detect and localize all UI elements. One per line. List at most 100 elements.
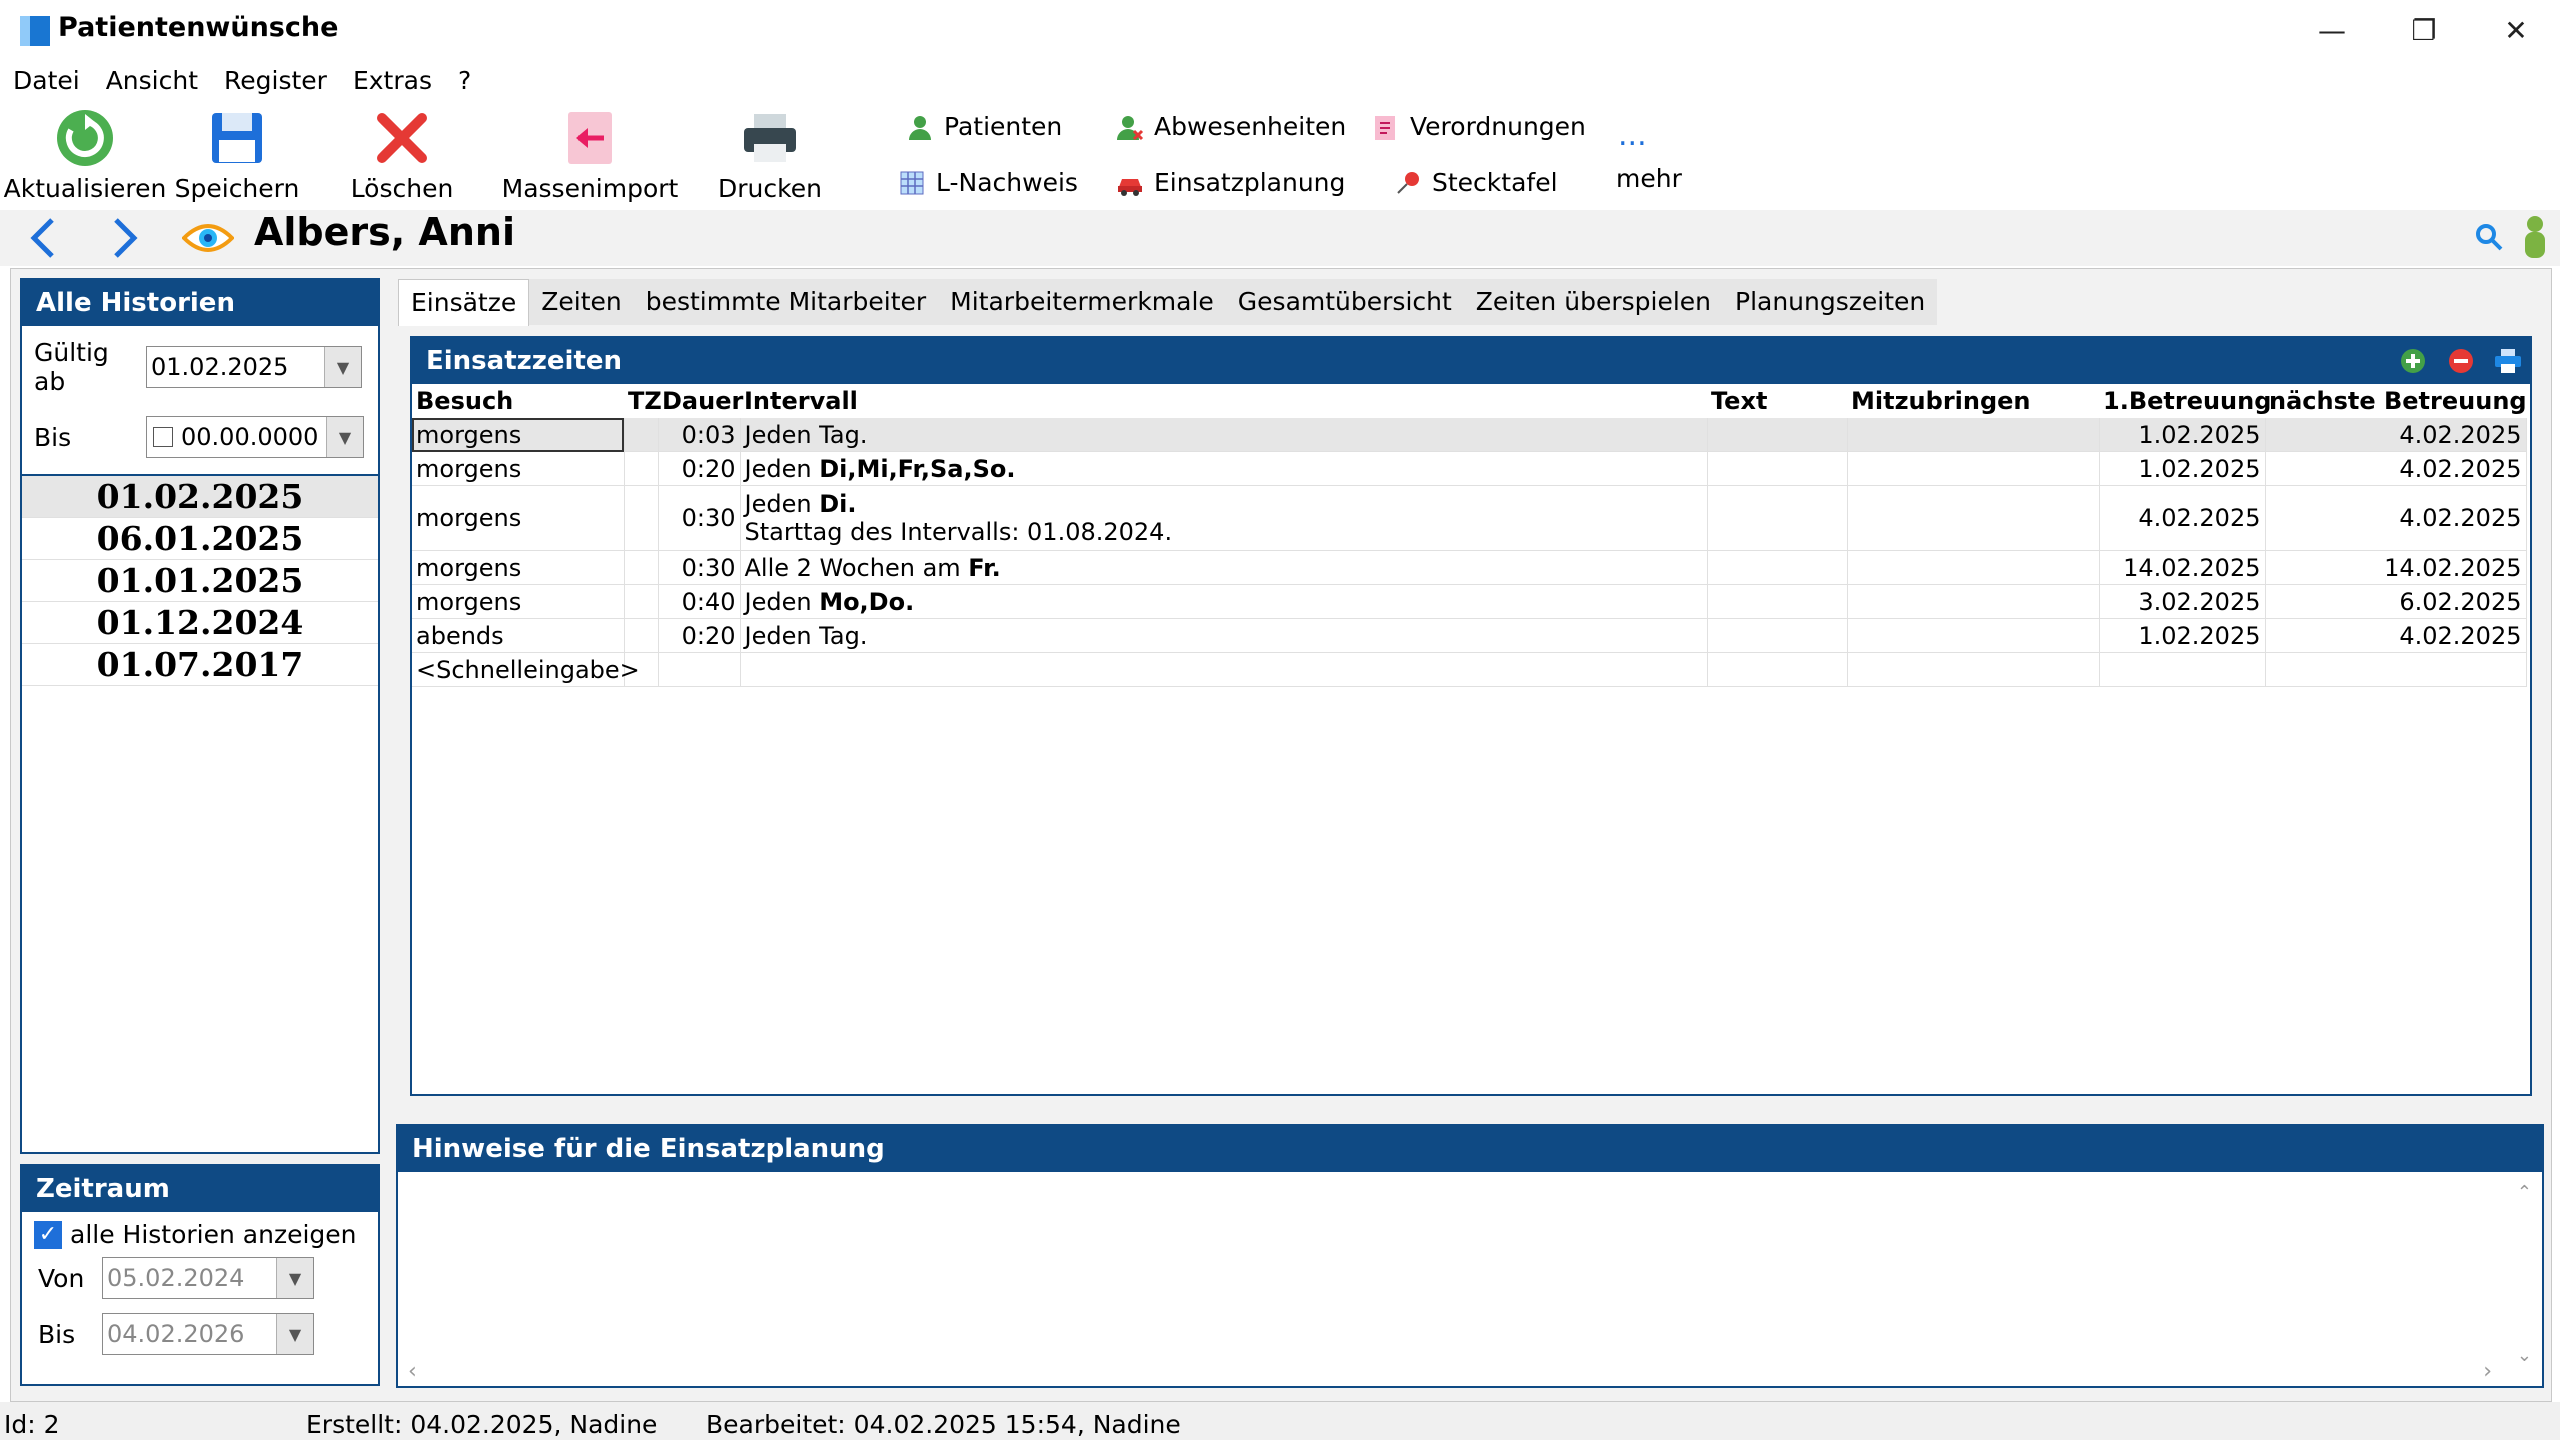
column-header[interactable]: Besuch [412,384,624,418]
cell-next-care[interactable]: 4.02.2025 [2265,451,2527,486]
menu-register[interactable]: Register [211,62,340,102]
search-icon[interactable] [2474,222,2504,252]
column-header[interactable]: Text [1707,384,1847,418]
remove-icon[interactable] [2448,348,2474,374]
menu-extras[interactable]: Extras [340,62,445,102]
table-row[interactable]: morgens 0:30 Alle 2 Wochen am Fr. 14.02.… [412,550,2527,585]
cell-intervall[interactable]: Jeden Tag. [740,618,1708,653]
cell-dauer[interactable]: 0:30 [658,485,741,551]
add-icon[interactable] [2400,348,2426,374]
cell-mitzubringen[interactable] [1847,584,2100,619]
chevron-down-icon[interactable]: ▼ [326,417,363,457]
menu-help[interactable]: ? [445,62,484,102]
hints-textarea[interactable] [398,1172,2512,1376]
cell-first-care[interactable]: 4.02.2025 [2099,485,2266,551]
l-nachweis-button[interactable]: L-Nachweis [898,168,1078,197]
empty-cell[interactable] [2099,652,2266,687]
table-row[interactable]: abends 0:20 Jeden Tag. 1.02.2025 4.02.20… [412,618,2527,653]
cell-mitzubringen[interactable] [1847,451,2100,486]
cell-mitzubringen[interactable] [1847,618,2100,653]
cell-next-care[interactable]: 6.02.2025 [2265,584,2527,619]
delete-button[interactable]: Löschen [342,108,462,203]
cell-tz[interactable] [624,451,659,486]
cell-dauer[interactable]: 0:03 [658,418,741,452]
history-date-item[interactable]: 01.12.2024 [22,602,378,644]
tab-planungszeiten[interactable]: Planungszeiten [1723,279,1938,325]
scroll-left-icon[interactable]: ‹ [408,1359,417,1384]
tab-bestimmte-mitarbeiter[interactable]: bestimmte Mitarbeiter [633,279,939,325]
cell-tz[interactable] [624,485,659,551]
table-row[interactable]: morgens 0:20 Jeden Di,Mi,Fr,Sa,So. 1.02.… [412,451,2527,486]
cell-mitzubringen[interactable] [1847,485,2100,551]
refresh-button[interactable]: Aktualisieren [4,108,166,203]
menu-datei[interactable]: Datei [0,62,93,102]
from-combo[interactable]: 05.02.2024 ▼ [102,1257,314,1299]
scroll-right-icon[interactable]: › [2483,1359,2492,1384]
cell-besuch[interactable]: morgens [412,485,625,551]
scroll-down-icon[interactable]: ⌄ [2517,1345,2532,1366]
cell-intervall[interactable]: Jeden Di,Mi,Fr,Sa,So. [740,451,1708,486]
quick-entry-cell[interactable]: <Schnelleingabe> [412,652,640,687]
person-status-icon[interactable] [2520,214,2550,258]
back-arrow-icon[interactable] [26,216,62,260]
until-combo[interactable]: 00.00.0000 ▼ [146,416,364,458]
stecktafel-button[interactable]: Stecktafel [1394,168,1558,197]
prescriptions-button[interactable]: Verordnungen [1372,112,1586,141]
cell-first-care[interactable]: 1.02.2025 [2099,418,2266,452]
more-button[interactable]: mehr [1616,164,1682,193]
mass-import-button[interactable]: Massenimport [500,108,680,203]
print-button[interactable]: Drucken [710,108,830,203]
cell-intervall[interactable]: Alle 2 Wochen am Fr. [740,550,1708,585]
history-date-item[interactable]: 01.02.2025 [22,476,378,518]
column-header[interactable]: nächste Betreuung [2265,384,2527,418]
tab-einsaetze[interactable]: Einsätze [398,279,530,326]
cell-besuch[interactable]: morgens [412,584,625,619]
empty-cell[interactable] [658,652,741,687]
cell-intervall[interactable]: Jeden Mo,Do. [740,584,1708,619]
to-combo[interactable]: 04.02.2026 ▼ [102,1313,314,1355]
table-row[interactable]: morgens 0:40 Jeden Mo,Do. 3.02.2025 6.02… [412,584,2527,619]
scroll-up-icon[interactable]: ⌃ [2517,1182,2532,1203]
cell-tz[interactable] [624,584,659,619]
quick-entry-row[interactable]: <Schnelleingabe> [412,652,2527,687]
cell-besuch[interactable]: morgens [412,451,625,486]
minimize-button[interactable]: — [2302,8,2362,52]
printer-icon[interactable] [2494,348,2522,374]
restore-button[interactable]: ❐ [2394,8,2454,52]
cell-besuch[interactable]: morgens [412,550,625,585]
cell-text[interactable] [1707,418,1848,452]
einsatzplanung-button[interactable]: Einsatzplanung [1116,168,1345,197]
cell-first-care[interactable]: 14.02.2025 [2099,550,2266,585]
cell-next-care[interactable]: 4.02.2025 [2265,618,2527,653]
cell-first-care[interactable]: 1.02.2025 [2099,618,2266,653]
cell-mitzubringen[interactable] [1847,550,2100,585]
tab-gesamtuebersicht[interactable]: Gesamtübersicht [1225,279,1464,325]
cell-first-care[interactable]: 1.02.2025 [2099,451,2266,486]
empty-cell[interactable] [1707,652,1848,687]
chevron-down-icon[interactable]: ▼ [324,347,361,387]
chevron-down-icon[interactable]: ▼ [276,1314,313,1354]
empty-cell[interactable] [740,652,1708,687]
menu-ansicht[interactable]: Ansicht [93,62,211,102]
cell-besuch[interactable]: morgens [412,418,625,452]
cell-dauer[interactable]: 0:20 [658,451,741,486]
cell-tz[interactable] [624,550,659,585]
cell-next-care[interactable]: 14.02.2025 [2265,550,2527,585]
patients-button[interactable]: Patienten [906,112,1062,141]
tab-mitarbeitermerkmale[interactable]: Mitarbeitermerkmale [938,279,1226,325]
cell-dauer[interactable]: 0:20 [658,618,741,653]
cell-besuch[interactable]: abends [412,618,625,653]
close-button[interactable]: ✕ [2486,8,2546,52]
cell-next-care[interactable]: 4.02.2025 [2265,418,2527,452]
column-header[interactable]: 1.Betreuung [2099,384,2271,418]
cell-first-care[interactable]: 3.02.2025 [2099,584,2266,619]
table-row[interactable]: morgens 0:03 Jeden Tag. 1.02.2025 4.02.2… [412,418,2527,452]
absences-button[interactable]: Abwesenheiten [1116,112,1346,141]
table-row[interactable]: morgens 0:30 Jeden Di. Starttag des Inter… [412,485,2527,551]
tab-zeiten[interactable]: Zeiten [529,279,634,325]
cell-text[interactable] [1707,618,1848,653]
eye-icon[interactable] [182,218,234,258]
show-all-checkbox[interactable]: ✓ [34,1220,62,1249]
empty-cell[interactable] [2265,652,2527,687]
chevron-down-icon[interactable]: ▼ [276,1258,313,1298]
